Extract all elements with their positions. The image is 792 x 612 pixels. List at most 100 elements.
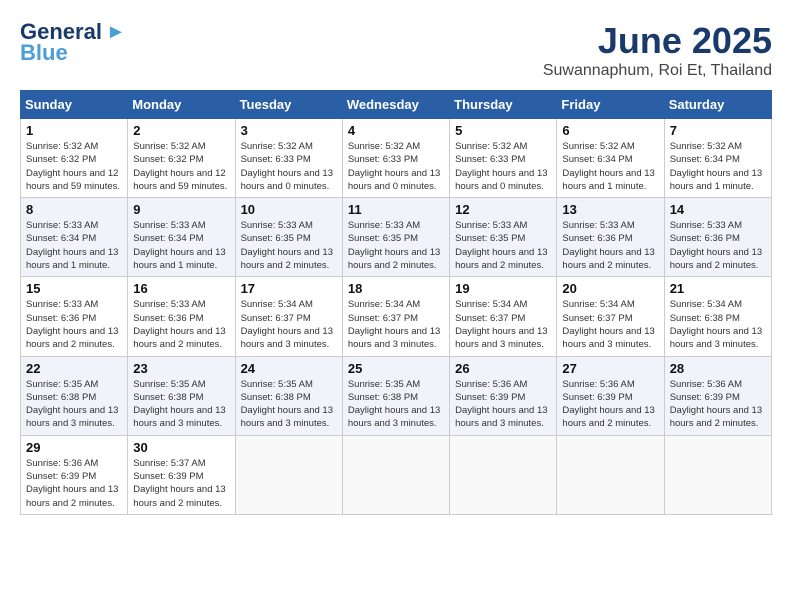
day-number: 14 [670,202,766,217]
calendar-day-cell: 26 Sunrise: 5:36 AM Sunset: 6:39 PM Dayl… [450,356,557,435]
day-number: 22 [26,361,122,376]
day-info: Sunrise: 5:34 AM Sunset: 6:37 PM Dayligh… [455,298,551,351]
calendar-day-header: Sunday [21,91,128,119]
day-number: 20 [562,281,658,296]
day-number: 16 [133,281,229,296]
day-info: Sunrise: 5:32 AM Sunset: 6:33 PM Dayligh… [348,140,444,193]
day-info: Sunrise: 5:34 AM Sunset: 6:37 PM Dayligh… [348,298,444,351]
logo: General ► Blue [20,20,126,66]
calendar-day-cell: 12 Sunrise: 5:33 AM Sunset: 6:35 PM Dayl… [450,198,557,277]
calendar-day-header: Wednesday [342,91,449,119]
day-info: Sunrise: 5:32 AM Sunset: 6:33 PM Dayligh… [241,140,337,193]
calendar-day-cell: 27 Sunrise: 5:36 AM Sunset: 6:39 PM Dayl… [557,356,664,435]
day-info: Sunrise: 5:32 AM Sunset: 6:32 PM Dayligh… [133,140,229,193]
day-number: 2 [133,123,229,138]
calendar-day-cell: 18 Sunrise: 5:34 AM Sunset: 6:37 PM Dayl… [342,277,449,356]
location: Suwannaphum, Roi Et, Thailand [543,62,772,80]
day-info: Sunrise: 5:36 AM Sunset: 6:39 PM Dayligh… [26,457,122,510]
calendar-day-cell: 1 Sunrise: 5:32 AM Sunset: 6:32 PM Dayli… [21,119,128,198]
calendar-day-cell: 4 Sunrise: 5:32 AM Sunset: 6:33 PM Dayli… [342,119,449,198]
logo-blue-text: Blue [20,40,68,66]
calendar-day-cell [664,435,771,514]
day-info: Sunrise: 5:33 AM Sunset: 6:35 PM Dayligh… [348,219,444,272]
calendar-day-header: Friday [557,91,664,119]
day-number: 19 [455,281,551,296]
day-info: Sunrise: 5:33 AM Sunset: 6:34 PM Dayligh… [26,219,122,272]
day-info: Sunrise: 5:33 AM Sunset: 6:36 PM Dayligh… [562,219,658,272]
day-info: Sunrise: 5:33 AM Sunset: 6:34 PM Dayligh… [133,219,229,272]
calendar-day-header: Thursday [450,91,557,119]
calendar-day-cell: 3 Sunrise: 5:32 AM Sunset: 6:33 PM Dayli… [235,119,342,198]
calendar-day-cell: 8 Sunrise: 5:33 AM Sunset: 6:34 PM Dayli… [21,198,128,277]
calendar-day-cell: 30 Sunrise: 5:37 AM Sunset: 6:39 PM Dayl… [128,435,235,514]
day-info: Sunrise: 5:35 AM Sunset: 6:38 PM Dayligh… [133,378,229,431]
day-number: 26 [455,361,551,376]
day-info: Sunrise: 5:34 AM Sunset: 6:38 PM Dayligh… [670,298,766,351]
day-number: 27 [562,361,658,376]
day-number: 5 [455,123,551,138]
day-number: 21 [670,281,766,296]
day-info: Sunrise: 5:37 AM Sunset: 6:39 PM Dayligh… [133,457,229,510]
calendar-day-cell: 6 Sunrise: 5:32 AM Sunset: 6:34 PM Dayli… [557,119,664,198]
day-number: 3 [241,123,337,138]
day-number: 24 [241,361,337,376]
calendar-week-row: 29 Sunrise: 5:36 AM Sunset: 6:39 PM Dayl… [21,435,772,514]
logo-bird-icon: ► [106,21,126,44]
day-number: 6 [562,123,658,138]
calendar-day-cell: 21 Sunrise: 5:34 AM Sunset: 6:38 PM Dayl… [664,277,771,356]
calendar-week-row: 1 Sunrise: 5:32 AM Sunset: 6:32 PM Dayli… [21,119,772,198]
day-number: 13 [562,202,658,217]
day-number: 29 [26,440,122,455]
day-number: 10 [241,202,337,217]
calendar-day-header: Tuesday [235,91,342,119]
calendar-day-cell [557,435,664,514]
day-info: Sunrise: 5:33 AM Sunset: 6:36 PM Dayligh… [26,298,122,351]
day-info: Sunrise: 5:32 AM Sunset: 6:33 PM Dayligh… [455,140,551,193]
month-title: June 2025 [543,20,772,62]
calendar-day-cell: 5 Sunrise: 5:32 AM Sunset: 6:33 PM Dayli… [450,119,557,198]
day-number: 9 [133,202,229,217]
calendar-week-row: 8 Sunrise: 5:33 AM Sunset: 6:34 PM Dayli… [21,198,772,277]
day-info: Sunrise: 5:34 AM Sunset: 6:37 PM Dayligh… [241,298,337,351]
day-number: 30 [133,440,229,455]
day-info: Sunrise: 5:33 AM Sunset: 6:35 PM Dayligh… [241,219,337,272]
day-info: Sunrise: 5:36 AM Sunset: 6:39 PM Dayligh… [670,378,766,431]
calendar-header-row: SundayMondayTuesdayWednesdayThursdayFrid… [21,91,772,119]
calendar-day-cell: 7 Sunrise: 5:32 AM Sunset: 6:34 PM Dayli… [664,119,771,198]
day-number: 11 [348,202,444,217]
day-number: 4 [348,123,444,138]
calendar-day-cell: 14 Sunrise: 5:33 AM Sunset: 6:36 PM Dayl… [664,198,771,277]
calendar-day-cell: 10 Sunrise: 5:33 AM Sunset: 6:35 PM Dayl… [235,198,342,277]
calendar-day-cell: 20 Sunrise: 5:34 AM Sunset: 6:37 PM Dayl… [557,277,664,356]
day-number: 1 [26,123,122,138]
day-info: Sunrise: 5:36 AM Sunset: 6:39 PM Dayligh… [562,378,658,431]
calendar-table: SundayMondayTuesdayWednesdayThursdayFrid… [20,90,772,515]
calendar-day-cell: 29 Sunrise: 5:36 AM Sunset: 6:39 PM Dayl… [21,435,128,514]
calendar-week-row: 22 Sunrise: 5:35 AM Sunset: 6:38 PM Dayl… [21,356,772,435]
calendar-day-cell [342,435,449,514]
calendar-day-cell: 9 Sunrise: 5:33 AM Sunset: 6:34 PM Dayli… [128,198,235,277]
day-info: Sunrise: 5:36 AM Sunset: 6:39 PM Dayligh… [455,378,551,431]
day-number: 18 [348,281,444,296]
day-number: 15 [26,281,122,296]
calendar-day-cell: 2 Sunrise: 5:32 AM Sunset: 6:32 PM Dayli… [128,119,235,198]
day-info: Sunrise: 5:33 AM Sunset: 6:35 PM Dayligh… [455,219,551,272]
calendar-day-cell: 24 Sunrise: 5:35 AM Sunset: 6:38 PM Dayl… [235,356,342,435]
calendar-day-cell: 13 Sunrise: 5:33 AM Sunset: 6:36 PM Dayl… [557,198,664,277]
calendar-week-row: 15 Sunrise: 5:33 AM Sunset: 6:36 PM Dayl… [21,277,772,356]
day-info: Sunrise: 5:35 AM Sunset: 6:38 PM Dayligh… [348,378,444,431]
day-info: Sunrise: 5:34 AM Sunset: 6:37 PM Dayligh… [562,298,658,351]
day-number: 7 [670,123,766,138]
day-number: 23 [133,361,229,376]
day-number: 8 [26,202,122,217]
calendar-day-cell: 19 Sunrise: 5:34 AM Sunset: 6:37 PM Dayl… [450,277,557,356]
day-info: Sunrise: 5:33 AM Sunset: 6:36 PM Dayligh… [670,219,766,272]
day-info: Sunrise: 5:35 AM Sunset: 6:38 PM Dayligh… [26,378,122,431]
calendar-day-cell: 25 Sunrise: 5:35 AM Sunset: 6:38 PM Dayl… [342,356,449,435]
calendar-day-cell: 16 Sunrise: 5:33 AM Sunset: 6:36 PM Dayl… [128,277,235,356]
page-header: General ► Blue June 2025 Suwannaphum, Ro… [20,20,772,80]
calendar-day-cell: 11 Sunrise: 5:33 AM Sunset: 6:35 PM Dayl… [342,198,449,277]
title-block: June 2025 Suwannaphum, Roi Et, Thailand [543,20,772,80]
day-info: Sunrise: 5:32 AM Sunset: 6:32 PM Dayligh… [26,140,122,193]
calendar-day-header: Monday [128,91,235,119]
